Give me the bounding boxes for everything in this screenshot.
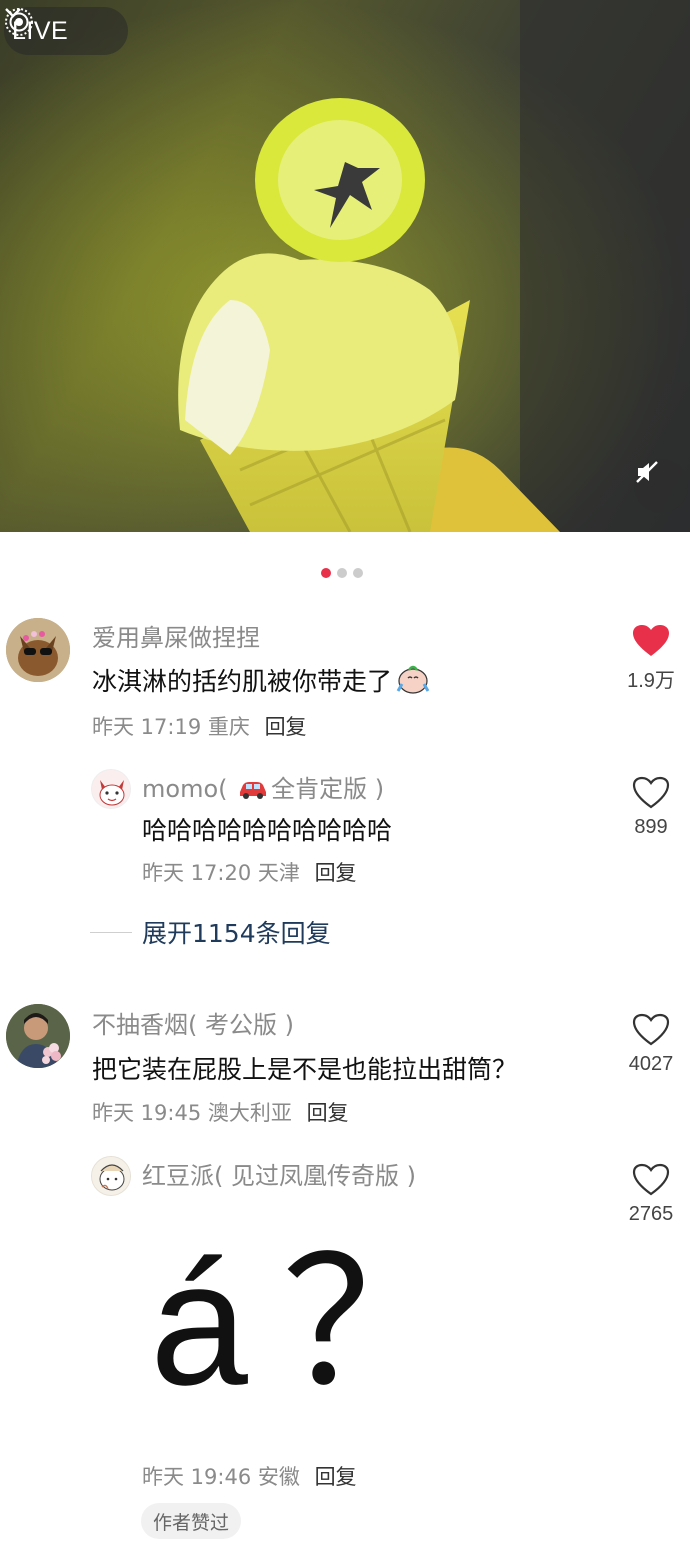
comment-meta: 昨天 17:20 天津 回复 [142, 857, 357, 887]
like-count: 899 [634, 816, 668, 838]
heart-filled-icon [633, 625, 669, 656]
like-count: 4027 [628, 1053, 674, 1075]
avatar[interactable] [91, 769, 131, 809]
avatar[interactable] [91, 1156, 131, 1196]
like-button[interactable]: 4027 [611, 1013, 690, 1076]
author-liked-badge: 作者赞过 [141, 1503, 242, 1539]
chevron-down-icon [5, 8, 21, 18]
avatar[interactable] [6, 618, 70, 682]
comment-username[interactable]: 不抽香烟( 考公版 ) [92, 1005, 294, 1040]
comment-meta: 昨天 19:45 澳大利亚 回复 [92, 1097, 349, 1127]
expand-replies-label: 展开1154条回复 [142, 919, 331, 948]
mute-button[interactable] [634, 459, 688, 513]
comment-meta: 昨天 17:19 重庆 回复 [92, 711, 307, 741]
pager-dot[interactable] [337, 568, 347, 578]
live-photo-badge[interactable]: LIVE [4, 7, 128, 55]
username-suffix: 全肯定版 ) [271, 775, 385, 803]
avatar[interactable] [6, 1004, 70, 1068]
like-button[interactable]: 899 [611, 776, 690, 839]
divider-line [90, 931, 132, 933]
pager-dot[interactable] [353, 568, 363, 578]
cartoon-cat-avatar [92, 770, 130, 808]
comment-meta: 昨天 19:46 安徽 回复 [142, 1461, 357, 1491]
heart-outline-icon [632, 776, 670, 809]
comment-username[interactable]: momo( 全肯定版 ) [142, 769, 384, 804]
like-button[interactable]: 1.9万 [611, 624, 690, 693]
post-photo[interactable]: LIVE [0, 0, 690, 532]
ice-cream-photo [0, 0, 690, 532]
pager-dot-active[interactable] [321, 568, 331, 578]
comment-username[interactable]: 爱用鼻屎做捏捏 [92, 618, 260, 653]
image-pager [321, 568, 363, 578]
comment-text: 把它装在屁股上是不是也能拉出甜筒？ [92, 1055, 518, 1084]
comment-time-location: 昨天 17:19 重庆 [92, 715, 250, 739]
reply-button[interactable]: 回复 [315, 1465, 357, 1489]
heart-outline-icon [632, 1013, 670, 1046]
cartoon-drawing-avatar [92, 1157, 130, 1195]
expand-replies-button[interactable]: 展开1154条回复 [90, 914, 331, 950]
comment-text-content: 冰淇淋的括约肌被你带走了 [92, 667, 393, 696]
speaker-muted-icon [636, 461, 658, 483]
comment-time-location: 昨天 17:20 天津 [142, 861, 300, 885]
comment-text-large: á？ [150, 1226, 492, 1422]
red-car-emoji [240, 782, 267, 799]
crying-face-emoji [396, 665, 430, 694]
comment-username[interactable]: 红豆派( 见过凤凰传奇版 ) [142, 1156, 416, 1191]
comment-text: 冰淇淋的括约肌被你带走了 [92, 662, 430, 698]
reply-button[interactable]: 回复 [315, 861, 357, 885]
man-with-flowers-avatar [6, 1004, 70, 1068]
dog-with-sunglasses-avatar [6, 618, 70, 682]
comment-time-location: 昨天 19:46 安徽 [142, 1465, 300, 1489]
reply-button[interactable]: 回复 [307, 1101, 349, 1125]
reply-button[interactable]: 回复 [265, 715, 307, 739]
like-button[interactable]: 2765 [611, 1163, 690, 1226]
like-count: 2765 [628, 1203, 674, 1225]
username-prefix: momo( [142, 775, 228, 803]
comment-text: 哈哈哈哈哈哈哈哈哈哈 [142, 816, 393, 845]
like-count: 1.9万 [627, 670, 675, 692]
heart-outline-icon [632, 1163, 670, 1196]
comment-time-location: 昨天 19:45 澳大利亚 [92, 1101, 292, 1125]
